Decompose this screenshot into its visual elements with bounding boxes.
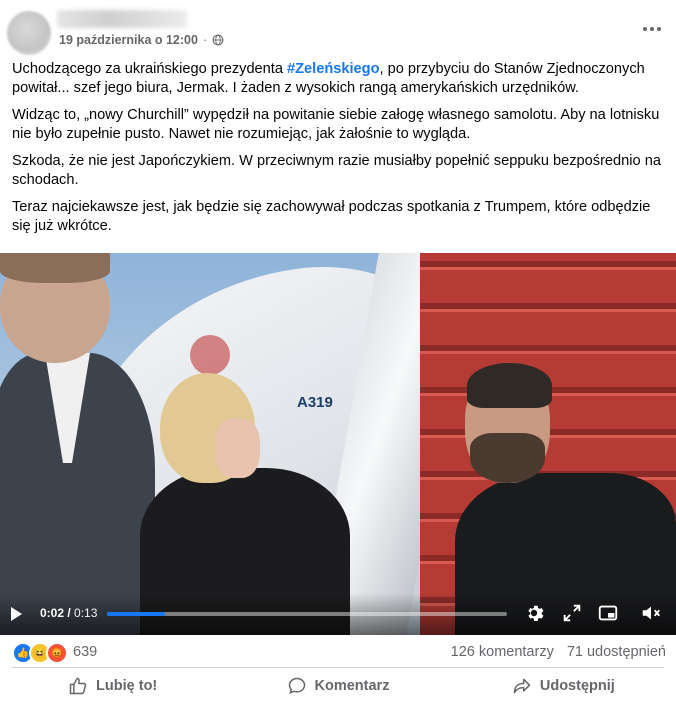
comment-label: Komentarz bbox=[314, 677, 390, 694]
post-header: 19 października o 12:00 · bbox=[0, 0, 676, 56]
settings-gear-icon[interactable] bbox=[523, 602, 545, 624]
angry-reaction-icon: 😡 bbox=[46, 642, 68, 664]
duration: 0:13 bbox=[74, 606, 98, 620]
person-left bbox=[0, 253, 160, 635]
shares-count[interactable]: 71 udostępnień bbox=[567, 644, 666, 660]
author-name-blurred[interactable] bbox=[57, 10, 187, 28]
stair-step-edge bbox=[420, 309, 676, 312]
miniplayer-icon[interactable] bbox=[597, 602, 619, 624]
video-player[interactable]: A319 0:02 / 0:13 bbox=[0, 253, 676, 635]
fullscreen-icon[interactable] bbox=[561, 602, 583, 624]
share-label: Udostępnij bbox=[539, 677, 615, 694]
current-time: 0:02 bbox=[40, 606, 65, 620]
post-date[interactable]: 19 października o 12:00 bbox=[59, 33, 198, 47]
meta-separator: · bbox=[202, 33, 208, 47]
volume-muted-icon[interactable] bbox=[640, 602, 662, 624]
post-paragraph-4: Teraz najciekawsze jest, jak będzie się … bbox=[12, 199, 651, 234]
video-progress-fill bbox=[107, 612, 166, 616]
post-paragraph-1: Uchodzącego za ukraińskiego prezydenta #… bbox=[12, 61, 645, 96]
share-arrow-icon bbox=[513, 678, 531, 693]
video-time: 0:02 / 0:13 bbox=[40, 606, 98, 620]
author-avatar-blurred[interactable] bbox=[7, 11, 51, 55]
share-button[interactable]: Udostępnij bbox=[451, 668, 676, 703]
post-paragraph-2: Widząc to, „nowy Churchill” wypędził na … bbox=[12, 107, 660, 142]
thumbs-up-icon bbox=[69, 677, 87, 694]
stair-step-edge bbox=[420, 267, 676, 270]
comments-count[interactable]: 126 komentarzy bbox=[451, 644, 554, 660]
comment-bubble-icon bbox=[288, 677, 305, 694]
airplane-door bbox=[190, 335, 230, 375]
reaction-count[interactable]: 639 bbox=[73, 644, 97, 660]
more-options-icon[interactable] bbox=[640, 22, 664, 36]
post-body: Uchodzącego za ukraińskiego prezydenta #… bbox=[12, 60, 668, 244]
video-progress-bar[interactable] bbox=[107, 612, 507, 616]
video-controls: 0:02 / 0:13 bbox=[0, 593, 676, 635]
like-button[interactable]: Lubię to! bbox=[0, 668, 225, 703]
hashtag-link[interactable]: #Zeleńskiego bbox=[287, 61, 379, 77]
comment-button[interactable]: Komentarz bbox=[225, 668, 450, 703]
globe-icon bbox=[212, 34, 224, 46]
post-stats: 126 komentarzy 71 udostępnień bbox=[451, 644, 666, 660]
post-actions: Lubię to! Komentarz Udostępnij bbox=[0, 668, 676, 703]
play-icon[interactable] bbox=[11, 607, 22, 621]
post-paragraph-3: Szkoda, że nie jest Japończykiem. W prze… bbox=[12, 153, 661, 188]
post-meta: 19 października o 12:00 · bbox=[59, 33, 224, 47]
reactions-bar: 👍 😆 😡 639 126 komentarzy 71 udostępnień bbox=[0, 640, 676, 666]
stair-step-edge bbox=[420, 351, 676, 354]
like-label: Lubię to! bbox=[96, 677, 158, 694]
reaction-icons[interactable]: 👍 😆 😡 bbox=[12, 642, 68, 664]
